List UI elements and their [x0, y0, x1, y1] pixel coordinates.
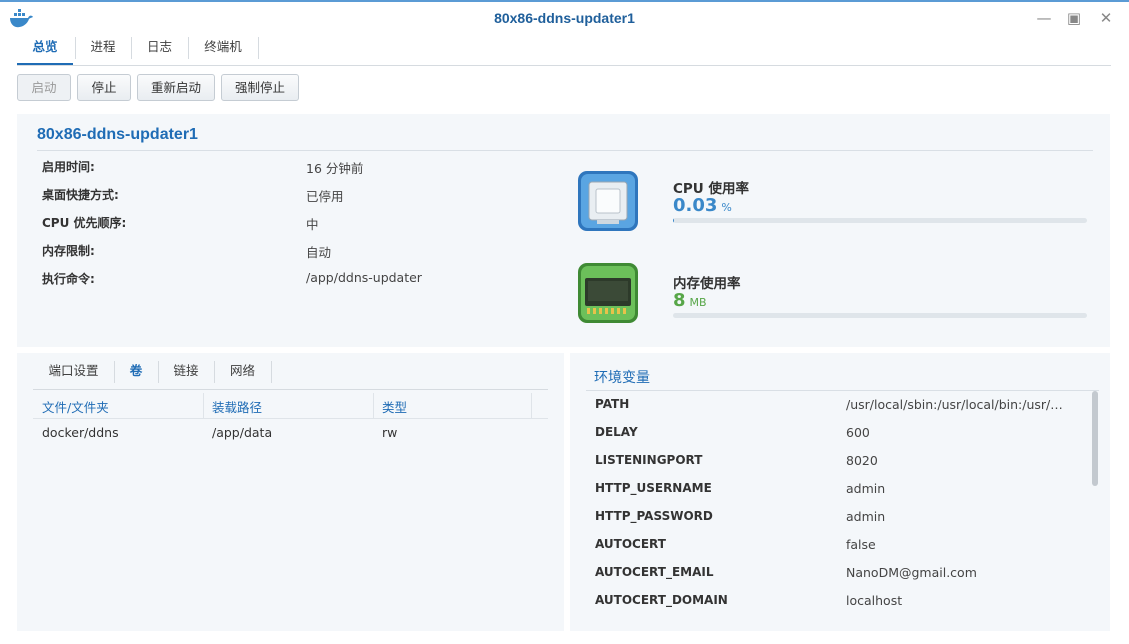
window-title: 80x86-ddns-updater1: [494, 10, 635, 26]
column-header-type[interactable]: 类型: [382, 397, 407, 416]
tab-log[interactable]: 日志: [131, 33, 188, 65]
volume-table-header: 文件/文件夹 装载路径 类型: [33, 393, 548, 419]
env-value: admin: [846, 481, 886, 496]
env-value: localhost: [846, 593, 903, 608]
list-item[interactable]: AUTOCERT false: [595, 537, 1075, 559]
stop-button[interactable]: 停止: [77, 74, 131, 101]
column-divider[interactable]: [203, 393, 204, 419]
list-item[interactable]: DELAY 600: [595, 425, 1075, 447]
restart-button[interactable]: 重新启动: [137, 74, 215, 101]
divider: [586, 390, 1099, 391]
cell-file: docker/ddns: [42, 425, 119, 440]
env-value: /usr/local/sbin:/usr/local/bin:/usr/sbin…: [846, 397, 1068, 412]
cpu-usage-bar: [673, 218, 1087, 223]
list-item[interactable]: LISTENINGPORT 8020: [595, 453, 1075, 475]
memory-usage-bar: [673, 313, 1087, 318]
info-row-shortcut: 桌面快捷方式: 已停用: [42, 186, 562, 206]
list-item[interactable]: AUTOCERT_DOMAIN localhost: [595, 593, 1075, 615]
force-stop-button[interactable]: 强制停止: [221, 74, 299, 101]
tab-volume[interactable]: 卷: [114, 357, 158, 389]
minimize-icon[interactable]: —: [1036, 10, 1052, 26]
cell-type: rw: [382, 425, 398, 440]
detail-tabs: 端口设置 卷 链接 网络: [33, 357, 548, 390]
tab-terminal[interactable]: 终端机: [188, 33, 258, 65]
list-item[interactable]: AUTOCERT_EMAIL NanoDM@gmail.com: [595, 565, 1075, 587]
column-divider[interactable]: [531, 393, 532, 419]
volume-panel: 端口设置 卷 链接 网络 文件/文件夹 装载路径 类型 docker/ddns …: [17, 353, 564, 631]
env-key: AUTOCERT_EMAIL: [595, 565, 714, 579]
cpu-icon: [578, 171, 638, 231]
info-value: 16 分钟前: [306, 161, 364, 176]
overview-panel: 80x86-ddns-updater1 启用时间: 16 分钟前 桌面快捷方式:…: [17, 114, 1110, 347]
column-header-file[interactable]: 文件/文件夹: [42, 397, 109, 416]
tab-port-settings[interactable]: 端口设置: [33, 357, 114, 389]
close-icon[interactable]: ✕: [1098, 10, 1114, 26]
env-panel: 环境变量 PATH /usr/local/sbin:/usr/local/bin…: [570, 353, 1110, 631]
cpu-usage-unit: %: [721, 201, 732, 214]
title-bar: 80x86-ddns-updater1 — ▣ ✕: [0, 0, 1129, 34]
main-tabs: 总览 进程 日志 终端机: [17, 33, 1111, 66]
list-item[interactable]: HTTP_USERNAME admin: [595, 481, 1075, 503]
env-key: AUTOCERT: [595, 537, 666, 551]
list-item[interactable]: PATH /usr/local/sbin:/usr/local/bin:/usr…: [595, 397, 1075, 419]
info-row-command: 执行命令: /app/ddns-updater: [42, 270, 562, 290]
env-panel-title: 环境变量: [594, 370, 650, 386]
column-header-mount-path[interactable]: 装载路径: [212, 397, 262, 416]
info-row-uptime: 启用时间: 16 分钟前: [42, 158, 562, 178]
start-button[interactable]: 启动: [17, 74, 71, 101]
maximize-icon[interactable]: ▣: [1066, 10, 1082, 26]
memory-usage-unit: MB: [689, 296, 707, 309]
info-value: 已停用: [306, 189, 344, 204]
tab-divider: [271, 361, 272, 383]
memory-icon: [578, 263, 638, 323]
info-row-memory-limit: 内存限制: 自动: [42, 242, 562, 262]
env-value: NanoDM@gmail.com: [846, 565, 977, 580]
divider: [37, 150, 1093, 151]
env-key: HTTP_USERNAME: [595, 481, 712, 495]
container-name: 80x86-ddns-updater1: [37, 126, 198, 143]
info-row-cpu-priority: CPU 优先顺序: 中: [42, 214, 562, 234]
info-label: 桌面快捷方式:: [42, 188, 119, 202]
memory-usage-label: 内存使用率: [673, 276, 741, 292]
memory-usage-number: 8: [673, 290, 686, 311]
tab-overview[interactable]: 总览: [17, 33, 73, 65]
info-value: 中: [306, 217, 319, 232]
env-value: 8020: [846, 453, 878, 468]
env-key: AUTOCERT_DOMAIN: [595, 593, 728, 607]
env-key: DELAY: [595, 425, 638, 439]
info-label: 内存限制:: [42, 244, 95, 258]
cpu-usage-label: CPU 使用率: [673, 181, 749, 197]
column-divider[interactable]: [373, 393, 374, 419]
table-row[interactable]: docker/ddns /app/data rw: [33, 421, 548, 447]
cpu-usage-value: 0.03%: [673, 195, 732, 216]
env-value: false: [846, 537, 876, 552]
tab-network[interactable]: 网络: [214, 357, 271, 389]
env-key: HTTP_PASSWORD: [595, 509, 713, 523]
env-value: admin: [846, 509, 886, 524]
info-value: /app/ddns-updater: [306, 270, 422, 285]
memory-usage-value: 8 MB: [673, 290, 707, 311]
info-value: 自动: [306, 245, 332, 260]
tab-links[interactable]: 链接: [158, 357, 214, 389]
cpu-usage-number: 0.03: [673, 195, 718, 216]
info-label: 启用时间:: [42, 160, 95, 174]
env-key: PATH: [595, 397, 630, 411]
scrollbar[interactable]: [1092, 391, 1098, 486]
env-key: LISTENINGPORT: [595, 453, 703, 467]
env-value: 600: [846, 425, 870, 440]
info-label: 执行命令:: [42, 272, 95, 286]
tab-divider: [258, 37, 259, 59]
list-item[interactable]: HTTP_PASSWORD admin: [595, 509, 1075, 531]
cell-mount-path: /app/data: [212, 425, 273, 440]
tab-processes[interactable]: 进程: [75, 33, 131, 65]
info-label: CPU 优先顺序:: [42, 216, 127, 230]
